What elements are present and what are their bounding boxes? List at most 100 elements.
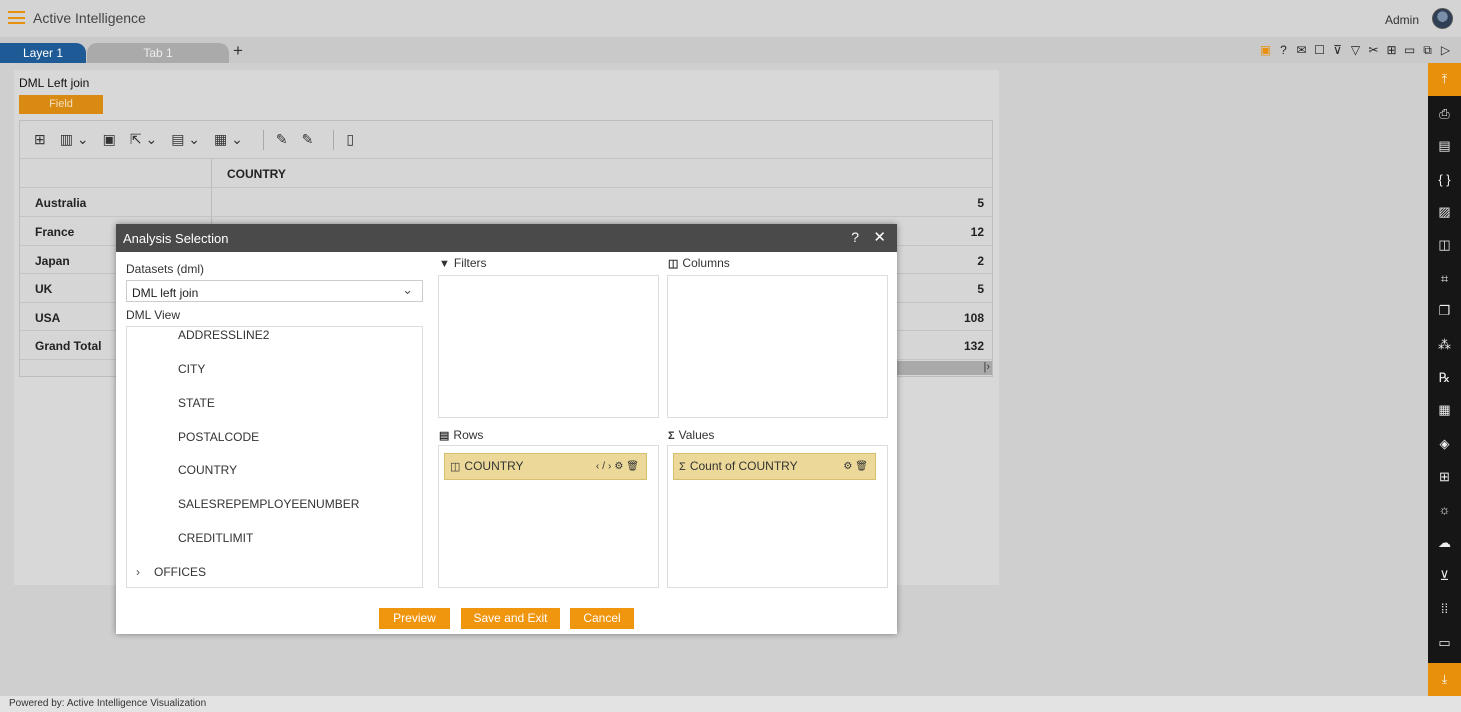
add-tab-button[interactable]: +	[233, 41, 243, 61]
pivot-row-value: 5	[977, 196, 984, 210]
close-icon[interactable]: ✕	[873, 228, 886, 246]
chart-icon[interactable]: ⌗	[1428, 269, 1461, 289]
chart-type-icon[interactable]: ▥ ⌄	[60, 131, 89, 148]
document-icon[interactable]: ▤	[1428, 136, 1461, 156]
dialog-header: Analysis Selection ? ✕	[116, 224, 897, 252]
format-icon[interactable]: ▦ ⌄	[214, 131, 243, 148]
sigma-icon: Σ	[668, 430, 675, 442]
save-widget-icon[interactable]: ▣	[103, 131, 116, 148]
filter-icon[interactable]: ▽	[1348, 42, 1363, 58]
scroll-right-icon[interactable]: |›	[983, 361, 990, 373]
currency-icon[interactable]: ⎙	[1428, 104, 1461, 124]
values-drop-zone[interactable]: Σ Count of COUNTRY ⚙🗑	[667, 445, 888, 588]
cart-icon[interactable]: ⊻	[1428, 566, 1461, 586]
field-button[interactable]: Field	[19, 95, 103, 114]
tree-item-field[interactable]: ADDRESSLINE2	[178, 328, 269, 342]
chevron-right-icon[interactable]: ›	[136, 565, 154, 579]
dml-view-tree[interactable]: ADDRESSLINE2 CITY STATE POSTALCODE COUNT…	[126, 326, 423, 588]
pivot-row-value: 108	[963, 311, 984, 325]
user-name[interactable]: Admin	[1385, 13, 1419, 27]
cloud-upload-icon[interactable]: ☁	[1428, 533, 1461, 553]
gear-icon[interactable]: ⚙	[614, 461, 626, 472]
columns-icon: ◫	[668, 258, 679, 270]
rows-drop-zone[interactable]: ◫ COUNTRY ‹/›⚙🗑	[438, 445, 659, 588]
rows-icon: ▤	[439, 430, 450, 442]
avatar[interactable]	[1432, 8, 1453, 29]
widgets-icon[interactable]: ⊞	[1428, 467, 1461, 487]
edit-values-icon[interactable]: ✎	[302, 131, 314, 148]
grid-view-icon[interactable]: ⊞	[34, 131, 46, 148]
tree-item-field[interactable]: SALESREPEMPLOYEENUMBER	[178, 497, 359, 511]
panel-title: DML Left join	[19, 76, 90, 90]
tree-group-offices[interactable]: › OFFICES	[136, 565, 206, 579]
image-icon[interactable]: ▨	[1428, 202, 1461, 222]
play-icon[interactable]: ▷	[1438, 42, 1453, 58]
collapse-down-icon[interactable]: ⤓	[1428, 663, 1461, 696]
sigma-icon: Σ	[679, 461, 686, 473]
trash-icon[interactable]: 🗑	[626, 461, 642, 472]
values-label: Σ Values	[668, 428, 715, 442]
preview-button[interactable]: Preview	[379, 608, 450, 629]
save-icon[interactable]: ▣	[1258, 42, 1273, 58]
datasets-label: Datasets (dml)	[126, 262, 205, 276]
copy-window-icon[interactable]: ⧉	[1420, 42, 1435, 58]
help-icon[interactable]: ?	[1276, 42, 1291, 58]
report-icon[interactable]: ◫	[1428, 235, 1461, 255]
tree-item-field[interactable]: STATE	[178, 396, 215, 410]
alert-icon[interactable]: ☼	[1428, 500, 1461, 520]
tab-layer-1[interactable]: Layer 1	[0, 43, 86, 63]
pivot-row-label: USA	[35, 311, 61, 325]
pivot-grand-total-label: Grand Total	[35, 339, 102, 353]
gear-icon[interactable]: ⚙	[843, 461, 855, 472]
tools-icon[interactable]: ✂	[1366, 42, 1381, 58]
save-and-exit-button[interactable]: Save and Exit	[461, 608, 560, 629]
rx-icon[interactable]: ℞	[1428, 368, 1461, 388]
tree-item-field[interactable]: CITY	[178, 362, 205, 376]
mail-icon[interactable]: ✉	[1294, 42, 1309, 58]
columns-icon: ◫	[450, 461, 461, 473]
cluster-icon[interactable]: ⁂	[1428, 335, 1461, 355]
code-icon[interactable]: ‹/›	[596, 461, 614, 472]
dialog-title: Analysis Selection	[123, 231, 229, 246]
collapse-up-icon[interactable]: ⤒	[1428, 63, 1461, 96]
comment-icon[interactable]: ☐	[1312, 42, 1327, 58]
right-sidebar: ⤒ ⎙ ▤ { } ▨ ◫ ⌗ ❐ ⁂ ℞ ▦ ◈ ⊞ ☼ ☁ ⊻ ⁞⁞ ▭ ⤓	[1428, 63, 1461, 696]
dataset-select[interactable]: DML left join ⌄	[126, 280, 423, 302]
layout-icon[interactable]: ▤ ⌄	[171, 131, 200, 148]
horizontal-scrollbar[interactable]: |›	[897, 361, 992, 375]
help-icon[interactable]: ?	[851, 229, 859, 245]
layers-icon[interactable]: ◈	[1428, 434, 1461, 454]
chip-actions: ‹/›⚙🗑	[596, 454, 642, 479]
row-field-chip[interactable]: ◫ COUNTRY ‹/›⚙🗑	[444, 453, 647, 480]
export-icon[interactable]: ⇱ ⌄	[130, 131, 157, 148]
tree-item-field[interactable]: CREDITLIMIT	[178, 531, 253, 545]
columns-drop-zone[interactable]	[667, 275, 888, 418]
braces-icon[interactable]: { }	[1428, 170, 1461, 190]
filters-drop-zone[interactable]	[438, 275, 659, 418]
pages-icon[interactable]: ❐	[1428, 301, 1461, 321]
footer-text: Powered by: Active Intelligence Visualiz…	[9, 698, 207, 709]
clear-filter-icon[interactable]: ⊽	[1330, 42, 1345, 58]
pivot-grand-total-value: 132	[963, 339, 984, 353]
list-icon[interactable]: ▦	[1428, 400, 1461, 420]
tree-item-field[interactable]: POSTALCODE	[178, 430, 259, 444]
rows-label: ▤ Rows	[439, 428, 484, 442]
tab-tab-1[interactable]: Tab 1	[87, 43, 229, 63]
trash-icon[interactable]: 🗑	[855, 461, 871, 472]
top-bar: Active Intelligence Admin	[0, 0, 1461, 37]
tree-item-field[interactable]: COUNTRY	[178, 463, 237, 477]
display-icon[interactable]: ▭	[1428, 633, 1461, 653]
grid-icon[interactable]: ⁞⁞	[1428, 599, 1461, 619]
hamburger-menu-icon[interactable]	[8, 11, 25, 24]
pivot-row-label: France	[35, 225, 75, 239]
dataset-select-value: DML left join	[132, 286, 199, 300]
value-field-chip[interactable]: Σ Count of COUNTRY ⚙🗑	[673, 453, 876, 480]
fields-list-icon[interactable]: ▯	[346, 131, 354, 148]
toolbar-icons: ▣ ? ✉ ☐ ⊽ ▽ ✂ ⊞ ▭ ⧉ ▷	[1258, 42, 1453, 58]
edit-fields-icon[interactable]: ✎	[276, 131, 288, 148]
presentation-icon[interactable]: ▭	[1402, 42, 1417, 58]
table-icon[interactable]: ⊞	[1384, 42, 1399, 58]
pivot-column-header: COUNTRY	[227, 167, 286, 181]
analysis-selection-dialog: Analysis Selection ? ✕ Datasets (dml) DM…	[116, 224, 897, 634]
cancel-button[interactable]: Cancel	[570, 608, 634, 629]
